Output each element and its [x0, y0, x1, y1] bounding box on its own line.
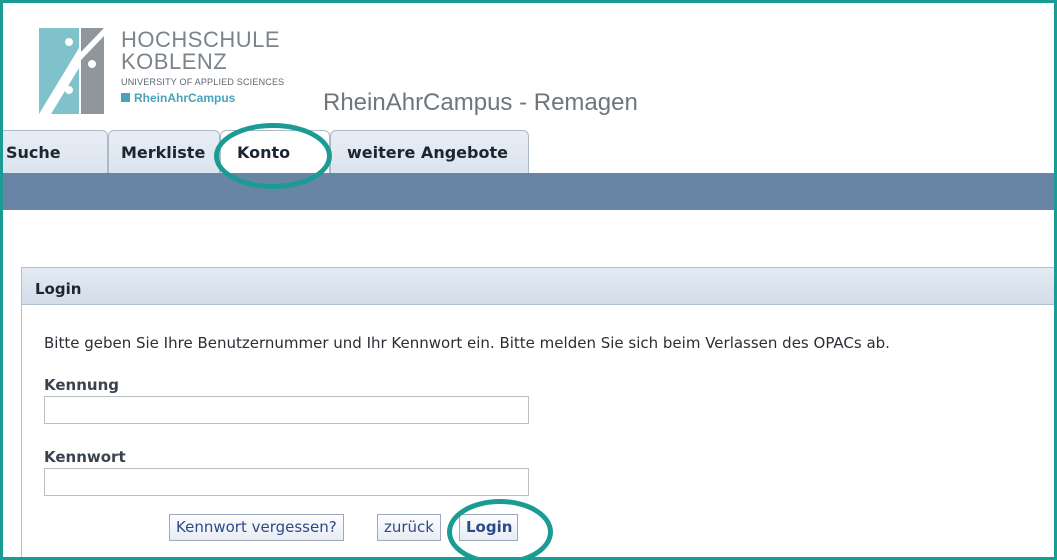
screenshot-frame: HOCHSCHULE KOBLENZ UNIVERSITY OF APPLIED…: [0, 0, 1057, 560]
brand-line-4: RheinAhrCampus: [121, 91, 284, 105]
user-field[interactable]: [44, 396, 529, 424]
tab-merkliste[interactable]: Merkliste: [108, 130, 220, 173]
back-button[interactable]: zurück: [377, 514, 441, 541]
tab-konto[interactable]: Konto: [220, 130, 330, 173]
main-tabs: Suche Merkliste Konto weitere Angebote: [3, 130, 1054, 175]
login-panel: Login Bitte geben Sie Ihre Benutzernumme…: [21, 267, 1054, 557]
tab-label: Suche: [6, 143, 61, 162]
password-field[interactable]: [44, 468, 529, 496]
tab-label: Konto: [237, 143, 291, 162]
tab-label: Merkliste: [121, 143, 206, 162]
login-instructions: Bitte geben Sie Ihre Benutzernummer und …: [44, 334, 890, 352]
user-label: Kennung: [44, 376, 119, 394]
university-logo: [39, 28, 104, 114]
tab-weitere-angebote[interactable]: weitere Angebote: [330, 130, 529, 173]
brand-campus-name: RheinAhrCampus: [134, 91, 236, 105]
brand-line-2: KOBLENZ: [121, 49, 228, 74]
tab-suche[interactable]: Suche: [3, 130, 108, 173]
brand-square-icon: [121, 93, 130, 102]
login-button[interactable]: Login: [459, 514, 518, 541]
brand-line-3: UNIVERSITY OF APPLIED SCIENCES: [121, 77, 285, 87]
login-panel-title: Login: [22, 268, 1054, 305]
campus-title: RheinAhrCampus - Remagen: [323, 89, 638, 116]
password-label: Kennwort: [44, 448, 126, 466]
tab-label: weitere Angebote: [347, 143, 508, 162]
forgot-password-button[interactable]: Kennwort vergessen?: [169, 514, 344, 541]
navigation-bar: [3, 173, 1054, 210]
university-brand: HOCHSCHULE KOBLENZ UNIVERSITY OF APPLIED…: [121, 29, 284, 105]
brand-line-1: HOCHSCHULE: [121, 27, 281, 52]
